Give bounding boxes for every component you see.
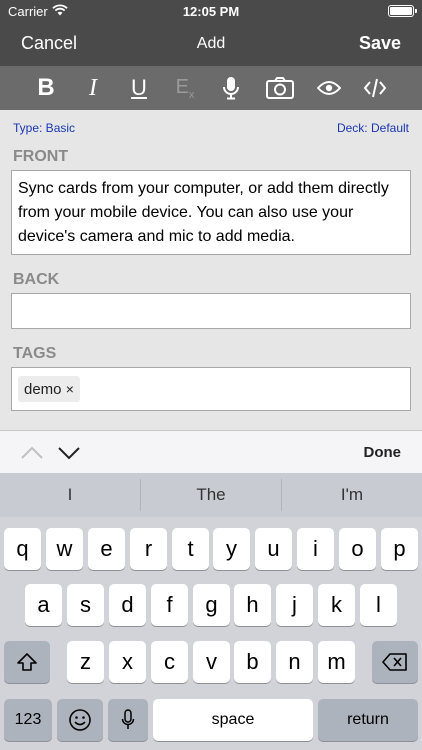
shift-icon: [17, 653, 37, 671]
key-b[interactable]: b: [234, 641, 271, 683]
camera-button[interactable]: [257, 66, 303, 110]
prediction-3[interactable]: I'm: [282, 473, 422, 517]
key-g[interactable]: g: [193, 584, 230, 626]
italic-button[interactable]: I: [70, 66, 116, 110]
backspace-icon: [382, 653, 407, 671]
prediction-2[interactable]: The: [141, 473, 281, 517]
bold-button[interactable]: B: [23, 66, 69, 110]
italic-icon: I: [89, 74, 97, 101]
emoji-key[interactable]: [57, 699, 103, 741]
key-j[interactable]: j: [276, 584, 313, 626]
save-button[interactable]: Save: [359, 33, 401, 54]
status-bar: Carrier 12:05 PM: [0, 0, 422, 22]
backspace-key[interactable]: [372, 641, 418, 683]
camera-icon: [266, 77, 294, 99]
note-editor: Type: Basic Deck: Default FRONT Sync car…: [0, 110, 422, 430]
keyboard-accessory-bar: Done: [0, 430, 422, 473]
front-field-label: FRONT: [13, 148, 69, 165]
tag-label: demo: [24, 381, 62, 398]
underline-icon: U: [131, 75, 147, 100]
front-field-text: Sync cards from your computer, or add th…: [18, 180, 389, 245]
clear-format-button[interactable]: Ex: [162, 66, 208, 110]
key-y[interactable]: y: [213, 528, 250, 570]
chevron-down-icon[interactable]: [55, 440, 83, 466]
tags-field[interactable]: demo ×: [11, 367, 411, 411]
return-key[interactable]: return: [318, 699, 418, 741]
shift-key[interactable]: [4, 641, 50, 683]
key-h[interactable]: h: [234, 584, 271, 626]
clear-format-icon: Ex: [175, 75, 195, 101]
back-field-text: [12, 294, 410, 306]
prediction-1[interactable]: I: [0, 473, 140, 517]
clock: 12:05 PM: [182, 4, 240, 19]
key-p[interactable]: p: [381, 528, 418, 570]
microphone-icon: [223, 77, 239, 100]
chevron-up-icon[interactable]: [18, 440, 46, 466]
emoji-icon: [69, 709, 91, 731]
underline-button[interactable]: U: [116, 66, 162, 110]
key-f[interactable]: f: [151, 584, 188, 626]
key-c[interactable]: c: [151, 641, 188, 683]
prediction-bar: I The I'm: [0, 473, 422, 517]
note-type-selector[interactable]: Type: Basic: [13, 121, 75, 135]
preview-eye-icon: [317, 81, 341, 95]
battery-icon: [388, 5, 417, 17]
tag-chip[interactable]: demo ×: [18, 376, 80, 402]
key-l[interactable]: l: [360, 584, 397, 626]
keyboard: I The I'm q w e r t y u i o p a s d f g …: [0, 473, 422, 750]
key-s[interactable]: s: [67, 584, 104, 626]
key-i[interactable]: i: [297, 528, 334, 570]
key-e[interactable]: e: [88, 528, 125, 570]
key-n[interactable]: n: [276, 641, 313, 683]
key-r[interactable]: r: [130, 528, 167, 570]
numbers-key[interactable]: 123: [4, 699, 52, 741]
key-a[interactable]: a: [25, 584, 62, 626]
key-u[interactable]: u: [255, 528, 292, 570]
key-o[interactable]: o: [339, 528, 376, 570]
preview-button[interactable]: [306, 66, 352, 110]
key-d[interactable]: d: [109, 584, 146, 626]
bold-icon: B: [37, 74, 55, 101]
key-w[interactable]: w: [46, 528, 83, 570]
space-key[interactable]: space: [153, 699, 313, 741]
key-v[interactable]: v: [193, 641, 230, 683]
navigation-bar: Cancel Add Save: [0, 22, 422, 66]
done-button[interactable]: Done: [364, 444, 402, 461]
dictation-key[interactable]: [108, 699, 148, 741]
key-q[interactable]: q: [4, 528, 41, 570]
back-field-label: BACK: [13, 271, 60, 288]
front-field[interactable]: Sync cards from your computer, or add th…: [11, 170, 411, 255]
tags-field-label: TAGS: [13, 345, 57, 362]
key-t[interactable]: t: [172, 528, 209, 570]
back-field[interactable]: [11, 293, 411, 329]
record-audio-button[interactable]: [208, 66, 254, 110]
html-code-icon: [363, 78, 387, 98]
key-x[interactable]: x: [109, 641, 146, 683]
html-editor-button[interactable]: [352, 66, 398, 110]
format-toolbar: B I U Ex: [0, 66, 422, 110]
key-m[interactable]: m: [318, 641, 355, 683]
dictation-mic-icon: [121, 709, 135, 729]
key-z[interactable]: z: [67, 641, 104, 683]
key-k[interactable]: k: [318, 584, 355, 626]
tag-remove-icon[interactable]: ×: [66, 381, 74, 397]
deck-selector[interactable]: Deck: Default: [337, 121, 409, 135]
